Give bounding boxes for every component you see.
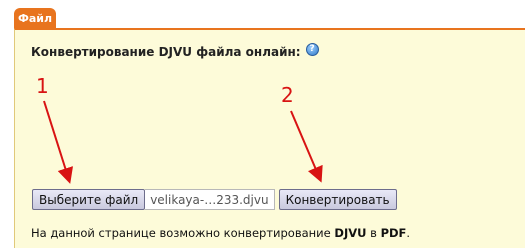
tab-file-label: Файл (17, 11, 53, 25)
format-to: PDF (380, 226, 407, 240)
converter-panel: Конвертирование DJVU файла онлайн: ? Выб… (14, 28, 525, 248)
page-title: Конвертирование DJVU файла онлайн: ? (31, 42, 319, 59)
choose-file-button[interactable]: Выберите файл (32, 189, 146, 210)
selected-file-name: velikaya-…233.djvu (145, 189, 275, 210)
page-title-text: Конвертирование DJVU файла онлайн: (31, 45, 301, 59)
file-controls: Выберите файл velikaya-…233.djvu Конверт… (32, 189, 397, 210)
convert-button[interactable]: Конвертировать (278, 189, 397, 210)
annotation-number-1: 1 (36, 74, 49, 98)
format-from: DJVU (334, 226, 367, 240)
help-icon[interactable]: ? (305, 42, 319, 56)
annotation-number-2: 2 (281, 83, 294, 107)
tab-file[interactable]: Файл (14, 8, 56, 28)
info-note: На данной странице возможно конвертирова… (31, 226, 411, 240)
